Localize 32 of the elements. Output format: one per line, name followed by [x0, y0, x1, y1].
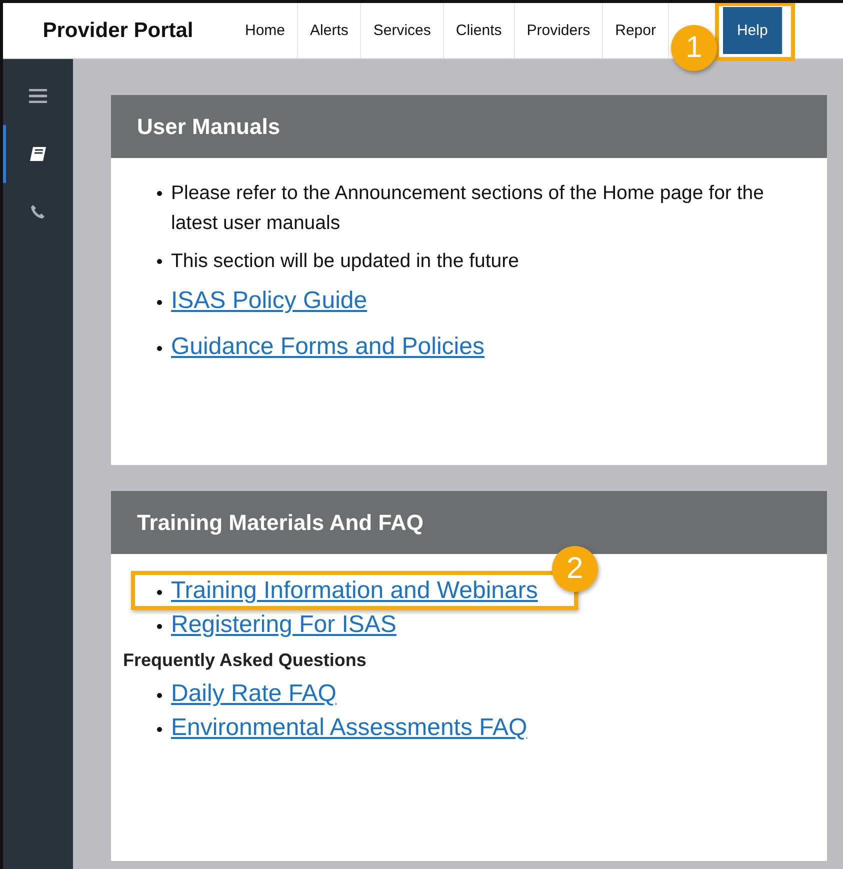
nav-tab[interactable]: Providers: [514, 3, 604, 58]
section-subheading: Frequently Asked Questions: [123, 650, 366, 671]
bullet-icon: [157, 346, 162, 351]
bullet-icon: [157, 259, 162, 264]
info-text: This section will be updated in the future: [171, 249, 519, 274]
nav-tab[interactable]: Repor: [603, 3, 669, 58]
nav-tab[interactable]: Home: [233, 3, 298, 58]
menu-icon: [29, 89, 47, 103]
nav-tab[interactable]: Alerts: [298, 3, 362, 58]
nav-tab[interactable]: Services: [361, 3, 444, 58]
document-link[interactable]: Environmental Assessments FAQ: [171, 711, 528, 745]
phone-icon: [30, 204, 46, 220]
document-link[interactable]: Daily Rate FAQ: [171, 677, 336, 711]
document-link[interactable]: Registering For ISAS: [171, 608, 396, 642]
nav-tab[interactable]: Help: [722, 7, 783, 54]
book-icon: [29, 146, 47, 162]
info-text: Please refer to the Announcement sections of the Home page for the latest user manuals: [171, 181, 765, 236]
bullet-icon: [157, 727, 162, 732]
step-badge: 2: [552, 546, 598, 592]
bullet-icon: [157, 300, 162, 305]
bullet-icon: [157, 590, 162, 595]
document-link[interactable]: Guidance Forms and Policies: [171, 330, 484, 364]
bullet-icon: [157, 693, 162, 698]
step-badge: 1: [670, 25, 717, 71]
portal-title: Provider Portal: [42, 18, 194, 44]
bullet-icon: [157, 191, 162, 196]
document-link[interactable]: Training Information and Webinars: [171, 574, 538, 608]
document-link[interactable]: ISAS Policy Guide: [171, 284, 368, 318]
nav-tab[interactable]: Clients: [444, 3, 515, 58]
bullet-icon: [157, 624, 162, 629]
card-title: User Manuals: [137, 114, 280, 140]
card-title: Training Materials And FAQ: [137, 510, 424, 536]
